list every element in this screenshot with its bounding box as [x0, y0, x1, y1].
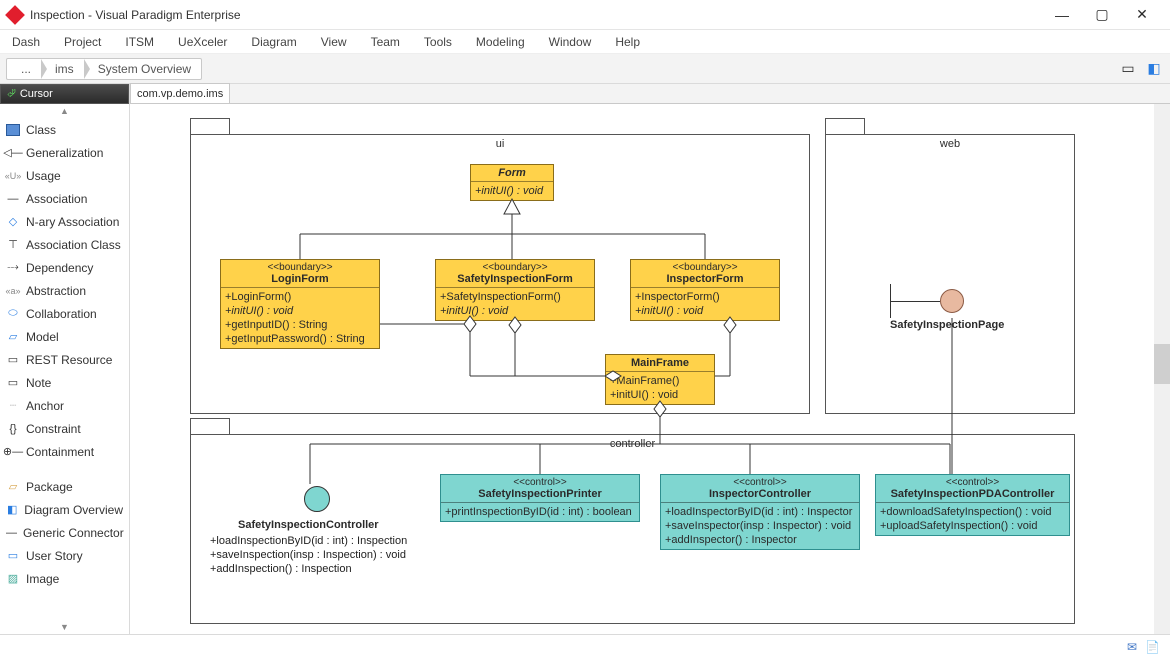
status-bar: ✉ 📄 — [0, 634, 1170, 658]
cursor-tool[interactable]: ⮰ Cursor — [0, 84, 129, 104]
menu-project[interactable]: Project — [64, 35, 101, 49]
note-icon: ▭ — [6, 377, 20, 389]
tool-constraint[interactable]: {}Constraint — [0, 417, 129, 440]
menu-team[interactable]: Team — [371, 35, 400, 49]
diagram-tab-strip: com.vp.demo.ims — [130, 84, 1170, 104]
connector-icon: — — [6, 527, 17, 539]
tool-rest-resource[interactable]: ▭REST Resource — [0, 348, 129, 371]
constraint-icon: {} — [6, 423, 20, 435]
tool-model[interactable]: ▱Model — [0, 325, 129, 348]
class-safetyinspectionform[interactable]: <<boundary>>SafetyInspectionForm +Safety… — [435, 259, 595, 321]
tool-note[interactable]: ▭Note — [0, 371, 129, 394]
class-inspectorform[interactable]: <<boundary>>InspectorForm +InspectorForm… — [630, 259, 780, 321]
model-icon: ▱ — [6, 331, 20, 343]
collaboration-icon: ⬭ — [6, 308, 20, 320]
class-safetyinspectionprinter[interactable]: <<control>>SafetyInspectionPrinter +prin… — [440, 474, 640, 522]
menu-help[interactable]: Help — [615, 35, 640, 49]
usage-icon: «U» — [6, 170, 20, 182]
breadcrumb-current[interactable]: System Overview — [84, 59, 201, 79]
tool-anchor[interactable]: ┄Anchor — [0, 394, 129, 417]
menu-view[interactable]: View — [321, 35, 347, 49]
rest-icon: ▭ — [6, 354, 20, 366]
window-title: Inspection - Visual Paradigm Enterprise — [30, 8, 1042, 22]
tool-generic-connector[interactable]: —Generic Connector — [0, 521, 129, 544]
class-mainframe[interactable]: MainFrame +MainFrame() +initUI() : void — [605, 354, 715, 405]
containment-icon: ⊕— — [6, 446, 20, 458]
diagram-tab[interactable]: com.vp.demo.ims — [130, 83, 230, 103]
class-safetyinspectionpdacontroller[interactable]: <<control>>SafetyInspectionPDAController… — [875, 474, 1070, 536]
tool-dependency[interactable]: ⤏Dependency — [0, 256, 129, 279]
menu-tools[interactable]: Tools — [424, 35, 452, 49]
class-form[interactable]: Form +initUI() : void — [470, 164, 554, 201]
package-icon: ▱ — [6, 481, 20, 493]
tool-containment[interactable]: ⊕—Containment — [0, 440, 129, 463]
mail-icon[interactable]: ✉ — [1127, 640, 1137, 654]
menu-uexceler[interactable]: UeXceler — [178, 35, 227, 49]
diagram-canvas[interactable]: ui web controller Form +initUI() : void — [130, 104, 1170, 634]
ops-safetyinspectioncontroller: +loadInspectionByID(id : int) : Inspecti… — [210, 534, 407, 576]
breadcrumb-root[interactable]: ... — [7, 59, 41, 79]
userstory-icon: ▭ — [6, 550, 20, 562]
menu-itsm[interactable]: ITSM — [125, 35, 154, 49]
menu-window[interactable]: Window — [549, 35, 592, 49]
generalization-icon: ◁— — [6, 147, 20, 159]
cursor-icon: ⮰ — [7, 88, 16, 101]
app-icon — [5, 5, 25, 25]
abstraction-icon: «a» — [6, 285, 20, 297]
tool-association-class[interactable]: ⊤Association Class — [0, 233, 129, 256]
label-safetyinspectionpage: SafetyInspectionPage — [890, 319, 1004, 331]
tool-abstraction[interactable]: «a»Abstraction — [0, 279, 129, 302]
tool-class[interactable]: Class — [0, 118, 129, 141]
menu-diagram[interactable]: Diagram — [251, 35, 296, 49]
maximize-button[interactable]: ▢ — [1082, 0, 1122, 30]
tool-generalization[interactable]: ◁—Generalization — [0, 141, 129, 164]
breadcrumb[interactable]: ... ims System Overview — [6, 58, 202, 80]
tool-usage[interactable]: «U»Usage — [0, 164, 129, 187]
tool-nary-association[interactable]: ◇N-ary Association — [0, 210, 129, 233]
tool-association[interactable]: —Association — [0, 187, 129, 210]
menu-bar: Dash Project ITSM UeXceler Diagram View … — [0, 30, 1170, 54]
class-icon — [6, 124, 20, 136]
menu-dash[interactable]: Dash — [12, 35, 40, 49]
breadcrumb-row: ... ims System Overview ▭ ◧ — [0, 54, 1170, 84]
palette-expand-icon[interactable]: ▼ — [0, 620, 129, 634]
scrollbar-thumb[interactable] — [1154, 344, 1170, 384]
minimize-button[interactable]: — — [1042, 0, 1082, 30]
canvas-scrollbar[interactable] — [1154, 104, 1170, 634]
tool-package[interactable]: ▱Package — [0, 475, 129, 498]
class-inspectorcontroller[interactable]: <<control>>InspectorController +loadInsp… — [660, 474, 860, 550]
tool-palette: ⮰ Cursor ▲ Class ◁—Generalization «U»Usa… — [0, 84, 130, 634]
menu-modeling[interactable]: Modeling — [476, 35, 525, 49]
tool-image[interactable]: ▨Image — [0, 567, 129, 590]
class-safetyinspectioncontroller[interactable] — [290, 484, 330, 514]
nary-icon: ◇ — [6, 216, 20, 228]
breadcrumb-ims[interactable]: ims — [41, 59, 84, 79]
assoc-class-icon: ⊤ — [6, 239, 20, 251]
anchor-icon: ┄ — [6, 400, 20, 412]
palette-collapse-icon[interactable]: ▲ — [0, 104, 129, 118]
tool-collaboration[interactable]: ⬭Collaboration — [0, 302, 129, 325]
format-painter-icon[interactable]: ▭ — [1118, 59, 1138, 79]
label-safetyinspectioncontroller: SafetyInspectionController — [238, 519, 379, 531]
image-icon: ▨ — [6, 573, 20, 585]
tool-diagram-overview[interactable]: ◧Diagram Overview — [0, 498, 129, 521]
title-bar: Inspection - Visual Paradigm Enterprise … — [0, 0, 1170, 30]
overview-icon[interactable]: ◧ — [1144, 59, 1164, 79]
close-button[interactable]: ✕ — [1122, 0, 1162, 30]
note-status-icon[interactable]: 📄 — [1145, 640, 1160, 654]
overview-icon: ◧ — [6, 504, 18, 516]
association-icon: — — [6, 193, 20, 205]
package-web[interactable]: web — [825, 134, 1075, 414]
class-loginform[interactable]: <<boundary>>LoginForm +LoginForm() +init… — [220, 259, 380, 349]
dependency-icon: ⤏ — [6, 262, 20, 274]
tool-user-story[interactable]: ▭User Story — [0, 544, 129, 567]
